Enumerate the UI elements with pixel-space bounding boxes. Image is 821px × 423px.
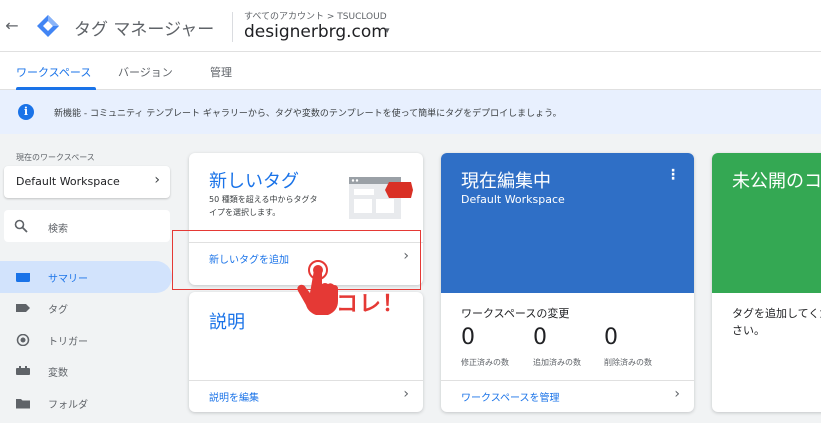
deleted-label: 削除済みの数 [604, 358, 652, 367]
tab-workspace[interactable]: ワークスペース [16, 64, 91, 80]
modified-count: 0 [461, 325, 475, 350]
description-title: 説明 [209, 312, 245, 333]
variables-icon [16, 366, 30, 375]
workspace-name: Default Workspace [16, 175, 120, 188]
new-tag-description: 50 種類を超える中からタグタイプを選択します。 [209, 195, 318, 217]
app-title: タグ マネージャー [74, 20, 215, 40]
info-icon: i [18, 104, 34, 120]
tag-icon [16, 304, 30, 312]
tab-admin[interactable]: 管理 [210, 64, 232, 80]
sidebar-item-label: フォルダ [48, 400, 88, 411]
workspace-selector[interactable]: Default Workspace › [4, 166, 170, 198]
trigger-icon [16, 334, 30, 346]
sidebar-item-label: サマリー [48, 274, 88, 285]
new-tag-title: 新しいタグ [209, 171, 299, 192]
search-icon [14, 219, 28, 233]
breadcrumb[interactable]: すべてのアカウント > TSUCLOUD [244, 9, 387, 22]
search-input[interactable] [4, 210, 170, 242]
deleted-count: 0 [604, 325, 618, 350]
sidebar-item-folders[interactable]: フォルダ [0, 387, 172, 419]
workspace-changes-title: ワークスペースの変更 [461, 307, 570, 320]
tag-illustration [349, 177, 413, 219]
summary-icon [16, 273, 30, 282]
folder-icon [16, 399, 30, 409]
edit-description-link[interactable]: 説明を編集 [209, 389, 259, 404]
sidebar-item-label: トリガー [48, 337, 88, 348]
more-vert-icon[interactable]: ⋮ [666, 167, 680, 183]
sidebar-item-variables[interactable]: 変数 [0, 355, 172, 387]
chevron-right-icon[interactable]: › [403, 386, 409, 402]
unpublished-changes-card: 未公開のコ タグを追加してください。 [712, 153, 821, 412]
sidebar-item-triggers[interactable]: トリガー [0, 324, 172, 356]
modified-label: 修正済みの数 [461, 358, 509, 367]
manage-workspaces-link[interactable]: ワークスペースを管理 [461, 389, 560, 404]
added-count: 0 [533, 325, 547, 350]
arrow-back-icon[interactable]: ← [3, 14, 21, 38]
chevron-right-icon: › [154, 172, 160, 188]
search-placeholder: 検索 [48, 224, 68, 235]
current-editing-title: 現在編集中 [461, 171, 551, 192]
unpublished-title: 未公開のコ [732, 171, 821, 192]
current-workspace-name: Default Workspace [461, 193, 565, 206]
card-divider [441, 380, 694, 381]
current-editing-card: 現在編集中 Default Workspace ⋮ ワークスペースの変更 0 0… [441, 153, 694, 412]
unpublished-text: タグを追加してください。 [732, 307, 821, 337]
sidebar-item-tags[interactable]: タグ [0, 292, 172, 324]
sidebar-item-summary[interactable]: サマリー [0, 261, 172, 293]
tag-manager-logo [37, 15, 59, 37]
workspace-label: 現在のワークスペース [16, 153, 95, 162]
header-divider [232, 12, 233, 42]
banner-text[interactable]: 新機能 - コミュニティ テンプレート ギャラリーから、タグや変数のテンプレート… [54, 106, 562, 119]
chevron-right-icon[interactable]: › [674, 386, 680, 402]
callout-text: コレ！ [336, 292, 406, 317]
sidebar-item-label: 変数 [48, 368, 68, 379]
app-header: ← タグ マネージャー すべてのアカウント > TSUCLOUD designe… [0, 0, 821, 52]
pointing-hand-icon [297, 260, 338, 315]
chevron-down-icon[interactable]: ▾ [385, 26, 390, 36]
added-label: 追加済みの数 [533, 358, 581, 367]
tab-bar: ワークスペース バージョン 管理 [0, 52, 821, 90]
card-divider [189, 380, 423, 381]
tab-versions[interactable]: バージョン [118, 64, 173, 80]
sidebar-item-label: タグ [48, 305, 68, 316]
container-selector[interactable]: designerbrg.com [244, 22, 388, 42]
